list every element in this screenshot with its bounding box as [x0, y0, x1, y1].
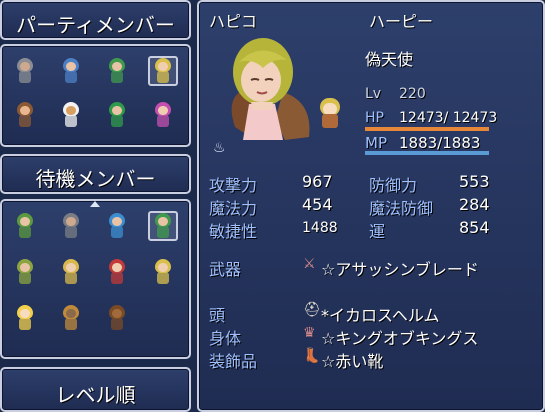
hp-value: 12473/ 12473	[399, 110, 498, 126]
attack-value: 967	[302, 172, 333, 191]
party-member-grid	[0, 44, 191, 147]
reserve-title: 待機メンバー	[35, 167, 156, 191]
member-sprite	[61, 259, 81, 285]
member-sprite	[107, 213, 127, 239]
accessory-name: ☆赤い靴	[321, 352, 384, 371]
head-label: 頭	[209, 306, 226, 325]
level-label: Lv	[365, 86, 382, 102]
defense-value: 553	[459, 172, 490, 191]
accessory-label: 装飾品	[209, 352, 258, 371]
luck-value: 854	[459, 218, 490, 237]
actor-chibi	[317, 98, 343, 130]
member-sprite	[15, 102, 35, 128]
member-slot[interactable]	[10, 257, 40, 287]
mp-label: MP	[365, 134, 387, 152]
luck-label: 運	[369, 222, 386, 241]
actor-name: ハピコ	[209, 12, 258, 31]
member-sprite	[153, 102, 173, 128]
magic-attack-label: 魔法力	[209, 199, 258, 218]
agility-value: 1488	[302, 220, 338, 236]
boots-icon: 👢	[303, 348, 321, 364]
member-slot[interactable]	[56, 303, 86, 333]
head-equip-name: *イカロスヘルム	[321, 306, 440, 325]
magic-defense-label: 魔法防御	[369, 199, 434, 218]
mp-value: 1883/1883	[399, 134, 481, 152]
hp-gauge	[365, 127, 489, 131]
magic-defense-value: 284	[459, 195, 490, 214]
member-slot[interactable]	[102, 56, 132, 86]
agility-label: 敏捷性	[209, 222, 258, 241]
body-label: 身体	[209, 329, 242, 348]
member-slot[interactable]	[56, 211, 86, 241]
sort-label: レベル順	[55, 383, 136, 407]
armor-icon: ♛	[303, 325, 316, 341]
member-slot[interactable]	[56, 100, 86, 130]
member-slot[interactable]	[102, 100, 132, 130]
member-sprite	[61, 305, 81, 331]
weapon-name: ☆アサッシンブレード	[321, 260, 479, 279]
attack-label: 攻撃力	[209, 176, 258, 195]
member-sprite	[107, 305, 127, 331]
member-slot[interactable]	[148, 257, 178, 287]
member-slot[interactable]	[10, 303, 40, 333]
member-slot[interactable]	[56, 257, 86, 287]
hp-label: HP	[365, 110, 384, 126]
member-sprite	[107, 102, 127, 128]
member-slot[interactable]	[102, 303, 132, 333]
reserve-title-window: 待機メンバー	[0, 154, 191, 194]
helmet-icon: ⛑	[303, 302, 321, 318]
member-sprite	[107, 259, 127, 285]
level-value: 220	[399, 86, 426, 102]
scroll-up-arrow-icon[interactable]	[90, 201, 100, 207]
body-equip-name: ☆キングオブキングス	[321, 329, 479, 348]
member-sprite	[153, 213, 173, 239]
member-sprite	[15, 259, 35, 285]
party-title-window: パーティメンバー	[0, 0, 191, 40]
member-slot[interactable]	[148, 100, 178, 130]
member-slot[interactable]	[148, 211, 178, 241]
member-sprite	[61, 58, 81, 84]
member-slot[interactable]	[148, 56, 178, 86]
member-sprite	[61, 102, 81, 128]
actor-portrait	[231, 38, 310, 140]
defense-label: 防御力	[369, 176, 418, 195]
member-sprite	[15, 58, 35, 84]
magic-attack-value: 454	[302, 195, 333, 214]
member-slot[interactable]	[102, 257, 132, 287]
member-slot[interactable]	[10, 100, 40, 130]
weapon-label: 武器	[209, 260, 242, 279]
member-slot[interactable]	[10, 211, 40, 241]
member-slot[interactable]	[10, 56, 40, 86]
actor-nickname: 偽天使	[365, 50, 414, 69]
member-slot[interactable]	[56, 56, 86, 86]
status-window: ハピコ ハーピー 偽天使 ♨ Lv 220 HP 12473/ 12473 MP…	[197, 0, 545, 412]
actor-class: ハーピー	[369, 12, 434, 31]
member-sprite	[107, 58, 127, 84]
member-slot[interactable]	[102, 211, 132, 241]
reserve-member-grid	[0, 199, 191, 359]
sort-button[interactable]: レベル順	[0, 367, 191, 412]
state-icon: ♨	[213, 140, 226, 156]
member-sprite	[15, 213, 35, 239]
sword-icon: ⚔	[303, 256, 316, 272]
member-sprite	[15, 305, 35, 331]
member-sprite	[153, 58, 173, 84]
member-sprite	[153, 259, 173, 285]
party-title: パーティメンバー	[16, 13, 175, 37]
member-sprite	[61, 213, 81, 239]
mp-gauge	[365, 151, 489, 155]
